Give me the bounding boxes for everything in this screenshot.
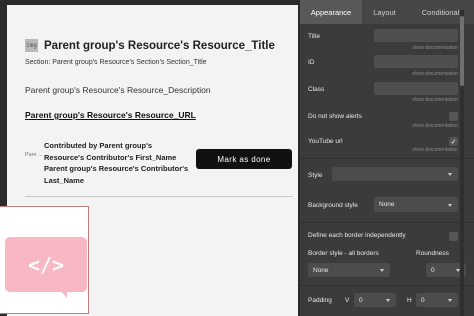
- class-label: Class: [308, 86, 325, 93]
- padding-v-label: V: [345, 297, 350, 304]
- show-documentation-link[interactable]: show documentation: [412, 71, 458, 77]
- border-style-value: None: [313, 266, 329, 274]
- id-label: ID: [308, 59, 315, 66]
- title-row: img Parent group's Resource's Resource_T…: [25, 39, 275, 52]
- contributor-text[interactable]: Contributed by Parent group's Resource's…: [44, 140, 194, 186]
- padding-v-input[interactable]: 0: [354, 293, 396, 307]
- divider: [25, 196, 293, 197]
- do-not-show-alerts-label: Do not show alerts: [308, 113, 362, 120]
- panel-tabs: Appearance Layout Conditional: [300, 0, 474, 24]
- code-bubble-tail: [60, 290, 67, 298]
- background-style-value: None: [379, 201, 395, 208]
- background-style-dropdown[interactable]: None: [374, 197, 458, 212]
- show-documentation-link[interactable]: show documentation: [412, 45, 458, 51]
- chevron-down-icon: [380, 269, 384, 272]
- section-divider: [300, 285, 474, 286]
- roundness-value: 0: [431, 266, 435, 274]
- title-label: Title: [308, 33, 321, 40]
- tab-appearance[interactable]: Appearance: [300, 0, 362, 24]
- chevron-down-icon: [448, 203, 452, 207]
- define-border-label: Define each border independently: [308, 232, 406, 239]
- show-documentation-link[interactable]: show documentation: [412, 97, 458, 103]
- border-style-label: Border style - all borders: [308, 250, 379, 257]
- tab-layout[interactable]: Layout: [362, 0, 407, 24]
- property-editor-panel: Appearance Layout Conditional Title show…: [300, 0, 474, 316]
- padding-label: Padding: [308, 297, 332, 304]
- border-style-dropdown[interactable]: None: [308, 263, 390, 277]
- padding-v-value: 0: [359, 296, 363, 304]
- code-icon[interactable]: </>: [5, 237, 87, 292]
- id-input[interactable]: [374, 55, 458, 68]
- mark-as-done-button[interactable]: Mark as done: [196, 149, 292, 169]
- editor-canvas: img Parent group's Resource's Resource_T…: [0, 0, 300, 316]
- chevron-down-icon: [386, 299, 390, 302]
- show-documentation-link[interactable]: show documentation: [412, 123, 458, 129]
- padding-h-input[interactable]: 0: [416, 293, 458, 307]
- show-documentation-link[interactable]: show documentation: [412, 147, 458, 153]
- resource-title[interactable]: Parent group's Resource's Resource_Title: [44, 40, 275, 52]
- padding-h-label: H: [407, 297, 412, 304]
- youtube-url-checkbox[interactable]: ✓: [449, 137, 458, 146]
- youtube-url-label: YouTube url: [308, 138, 343, 145]
- roundness-label: Roundness: [416, 250, 449, 257]
- panel-scrollbar[interactable]: [460, 10, 464, 316]
- style-dropdown[interactable]: [332, 167, 458, 181]
- resource-url-link[interactable]: Parent group's Resource's Resource_URL: [25, 110, 196, 120]
- image-placeholder[interactable]: img: [25, 39, 38, 52]
- class-input[interactable]: [374, 82, 458, 95]
- chevron-down-icon: [448, 173, 452, 176]
- section-text[interactable]: Section: Parent group's Resource's Secti…: [25, 59, 207, 66]
- avatar[interactable]: Pare ...: [25, 152, 43, 166]
- define-border-checkbox[interactable]: [449, 232, 458, 241]
- chevron-down-icon: [448, 299, 452, 302]
- style-label: Style: [308, 172, 323, 179]
- do-not-show-alerts-checkbox[interactable]: [449, 112, 458, 121]
- title-input[interactable]: [374, 29, 458, 42]
- section-divider: [300, 222, 474, 223]
- background-style-label: Background style: [308, 202, 358, 209]
- check-icon: ✓: [450, 138, 457, 146]
- scrollbar-thumb[interactable]: [460, 16, 464, 86]
- resource-description[interactable]: Parent group's Resource's Resource_Descr…: [25, 85, 211, 95]
- section-divider: [300, 158, 474, 159]
- padding-h-value: 0: [421, 296, 425, 304]
